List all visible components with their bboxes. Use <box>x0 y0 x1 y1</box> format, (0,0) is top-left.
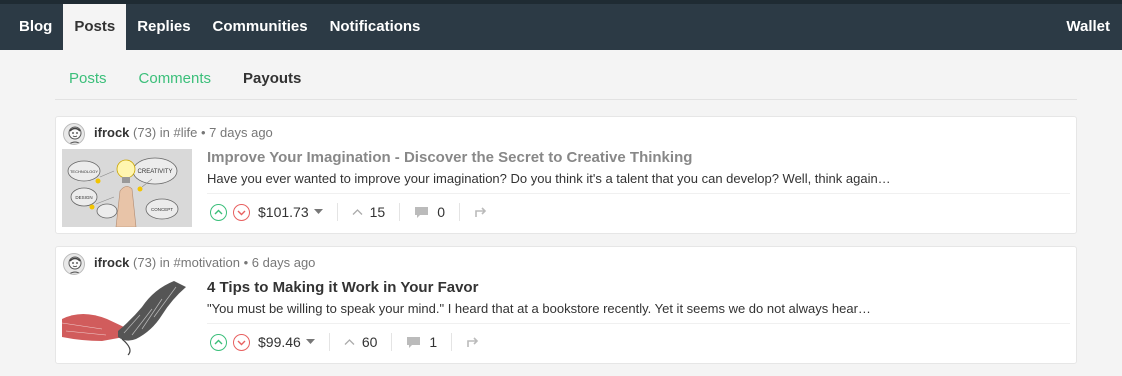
author-link[interactable]: ifrock <box>94 125 129 140</box>
votes-value: 60 <box>361 334 378 350</box>
reblog-icon <box>475 207 487 217</box>
comment-bubble-icon <box>407 336 421 348</box>
sub-nav: Posts Comments Payouts <box>55 60 1077 100</box>
subnav-comments[interactable]: Comments <box>139 60 212 98</box>
reblog-button[interactable] <box>466 336 481 348</box>
post-thumbnail[interactable] <box>62 279 192 357</box>
thumb-text-concept: CONCEPT <box>151 207 173 212</box>
in-label: in <box>159 255 170 270</box>
creativity-thumbnail-image: CREATIVITY DESIGN CONCEPT TECHNOLOGY <box>62 149 192 227</box>
subnav-posts[interactable]: Posts <box>69 60 107 98</box>
caret-down-icon <box>305 339 315 344</box>
post-actions: $99.46 60 1 <box>210 331 481 353</box>
comments-value: 0 <box>437 204 445 220</box>
thumb-text-design: DESIGN <box>75 195 92 200</box>
post-title[interactable]: Improve Your Imagination - Discover the … <box>207 149 692 166</box>
post-actions: $101.73 15 0 <box>210 201 489 223</box>
downvote-button[interactable] <box>233 203 250 221</box>
separator <box>336 203 338 221</box>
post-card: ifrock (73) in #motivation • 6 days ago … <box>55 246 1077 364</box>
comment-bubble-icon <box>415 206 429 218</box>
post-thumbnail[interactable]: CREATIVITY DESIGN CONCEPT TECHNOLOGY <box>62 149 192 227</box>
handshake-thumbnail-image <box>62 279 192 357</box>
tag-link[interactable]: #motivation <box>174 255 240 270</box>
votes-count[interactable]: 60 <box>344 334 378 350</box>
votes-value: 15 <box>369 204 386 220</box>
divider <box>207 323 1070 324</box>
nav-notifications[interactable]: Notifications <box>319 4 432 50</box>
avatar-image <box>68 256 82 274</box>
chevron-up-icon <box>352 209 363 215</box>
votes-count[interactable]: 15 <box>352 204 386 220</box>
author-reputation: (73) <box>133 255 157 270</box>
nav-posts[interactable]: Posts <box>63 4 127 50</box>
avatar-image <box>68 126 82 144</box>
upvote-button[interactable] <box>210 333 227 351</box>
payout-value: $99.46 <box>258 334 301 350</box>
post-card: ifrock (73) in #life • 7 days ago CREATI… <box>55 116 1077 234</box>
separator <box>391 333 393 351</box>
reblog-button[interactable] <box>474 206 489 218</box>
avatar[interactable] <box>63 253 85 275</box>
chevron-up-circle-icon <box>214 339 223 344</box>
separator <box>328 333 330 351</box>
tag-link[interactable]: #life <box>174 125 198 140</box>
author-link[interactable]: ifrock <box>94 255 129 270</box>
separator <box>458 203 460 221</box>
avatar[interactable] <box>63 123 85 145</box>
nav-communities[interactable]: Communities <box>202 4 319 50</box>
nav-wallet[interactable]: Wallet <box>1066 4 1110 50</box>
post-excerpt[interactable]: Have you ever wanted to improve your ima… <box>207 171 891 186</box>
post-age: • 6 days ago <box>243 255 316 270</box>
payout-dropdown[interactable]: $99.46 <box>258 334 315 350</box>
comments-link[interactable]: 0 <box>414 204 445 220</box>
chevron-down-circle-icon <box>237 340 246 345</box>
downvote-button[interactable] <box>233 333 250 351</box>
caret-down-icon <box>313 209 323 214</box>
chevron-up-circle-icon <box>214 209 223 214</box>
subnav-payouts[interactable]: Payouts <box>243 60 301 98</box>
post-meta: ifrock (73) in #life • 7 days ago <box>94 125 273 140</box>
payout-value: $101.73 <box>258 204 309 220</box>
top-navbar: Blog Posts Replies Communities Notificat… <box>0 0 1122 50</box>
post-excerpt[interactable]: "You must be willing to speak your mind.… <box>207 301 871 316</box>
chevron-down-circle-icon <box>237 210 246 215</box>
comments-link[interactable]: 1 <box>406 334 437 350</box>
post-meta: ifrock (73) in #motivation • 6 days ago <box>94 255 315 270</box>
separator <box>399 203 401 221</box>
nav-replies[interactable]: Replies <box>126 4 201 50</box>
comments-value: 1 <box>429 334 438 350</box>
separator <box>451 333 453 351</box>
top-nav: Blog Posts Replies Communities Notificat… <box>8 4 431 50</box>
divider <box>207 193 1070 194</box>
reblog-icon <box>467 337 479 347</box>
author-reputation: (73) <box>133 125 157 140</box>
payout-dropdown[interactable]: $101.73 <box>258 204 323 220</box>
thumb-text-creativity: CREATIVITY <box>138 169 173 175</box>
in-label: in <box>159 125 170 140</box>
thumb-text-technology: TECHNOLOGY <box>70 169 98 174</box>
post-age: • 7 days ago <box>201 125 273 140</box>
post-title[interactable]: 4 Tips to Making it Work in Your Favor <box>207 279 478 296</box>
chevron-up-icon <box>344 339 355 345</box>
nav-blog[interactable]: Blog <box>8 4 63 50</box>
upvote-button[interactable] <box>210 203 227 221</box>
